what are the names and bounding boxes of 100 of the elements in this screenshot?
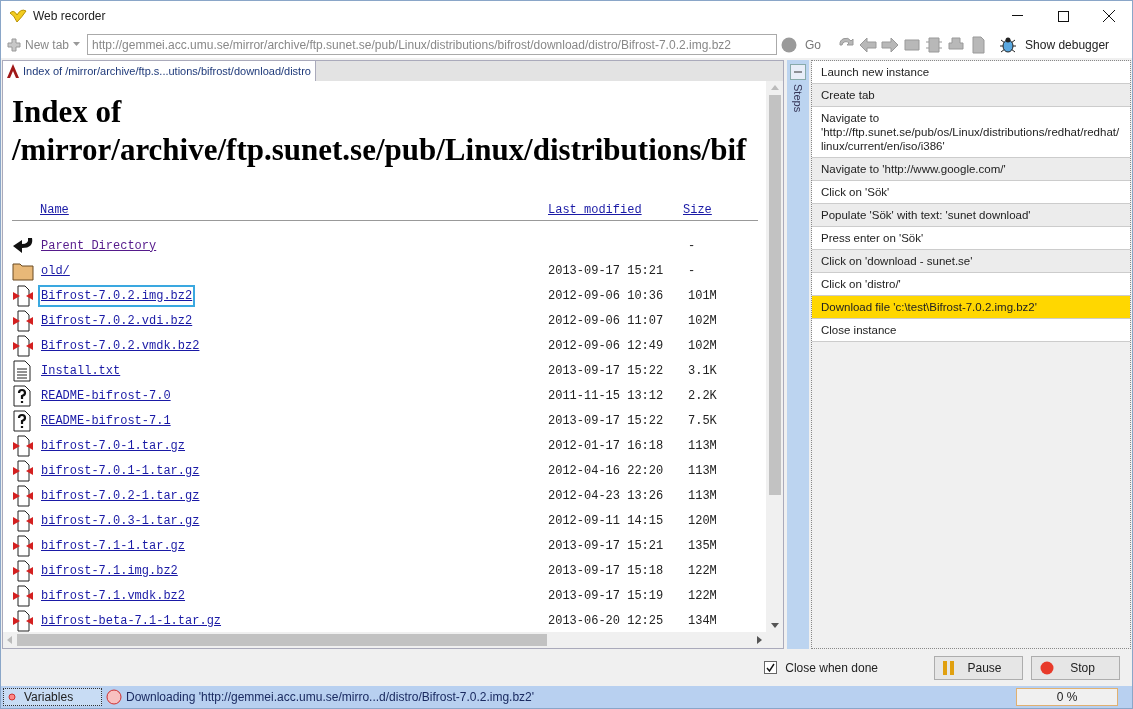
size-column-link[interactable]: Size [683,200,712,219]
step-item[interactable]: Populate 'Sök' with text: 'sunet download' [812,204,1130,227]
collapse-icon[interactable] [790,64,806,80]
circle-icon [781,36,798,53]
file-size: 102M [687,337,717,355]
binary-file-icon [12,609,34,632]
binary-file-icon [12,334,34,357]
step-item[interactable]: Download file 'c:\test\Bifrost-7.0.2.img.bz2' [812,296,1130,319]
file-link[interactable]: Bifrost-7.0.2.vdi.bz2 [40,311,194,330]
close-icon [1103,10,1115,22]
file-link[interactable]: Install.txt [40,361,122,380]
minimize-icon [1011,15,1023,17]
file-link[interactable]: README-bifrost-7.1 [40,411,172,430]
step-item[interactable]: Click on 'distro/' [812,273,1130,296]
modified-date: 2013-09-17 15:22 [548,363,664,378]
script-file-icon[interactable] [969,35,988,54]
step-item[interactable]: Navigate to 'http://www.google.com/' [812,158,1130,181]
file-link[interactable]: bifrost-7.0.3-1.tar.gz [40,511,201,530]
close-when-done-checkbox[interactable] [764,661,778,674]
step-item[interactable]: Navigate to 'http://ftp.sunet.se/pub/os/Linux/distributions/redhat/redhat/linux/current/en/iso/i386' [812,107,1130,158]
folder-icon [12,260,34,281]
binary-file-icon [12,509,34,532]
steps-label: Steps [791,84,806,113]
record-icon [8,693,16,701]
file-link[interactable]: bifrost-7.1-1.tar.gz [40,536,187,555]
file-link[interactable]: bifrost-7.1.img.bz2 [40,561,179,580]
status-message: Downloading 'http://gemmei.acc.umu.se/mirro...d/distro/Bifrost-7.0.2.img.bz2' [126,689,535,706]
text-file-icon [12,359,32,382]
show-debugger-button[interactable]: Show debugger [999,35,1110,54]
file-link[interactable]: README-bifrost-7.0 [40,386,172,405]
file-size: 113M [687,462,717,480]
modified-date: 2013-09-17 15:21 [548,538,664,553]
step-item[interactable]: Click on 'Sök' [812,181,1130,204]
file-size: 122M [687,562,717,580]
download-status-icon [106,689,122,705]
step-item[interactable]: Click on 'download - sunet.se' [812,250,1130,273]
step-item[interactable]: Press enter on 'Sök' [812,227,1130,250]
binary-file-icon [12,284,34,307]
modified-date: 2013-09-17 15:22 [548,413,664,428]
modified-date: 2013-09-17 15:19 [548,588,664,603]
check-icon [766,663,776,672]
variables-button[interactable]: Variables [3,688,102,706]
modified-date: 2012-09-06 11:07 [548,313,664,328]
step-item[interactable]: Create tab [812,84,1130,107]
modified-date: 2012-04-16 22:20 [548,463,664,478]
file-link[interactable]: Bifrost-7.0.2.img.bz2 [40,286,194,305]
maximize-icon [1057,10,1069,22]
file-link[interactable]: Parent Directory [40,236,158,255]
file-size: 7.5K [687,412,717,430]
browser-tab[interactable]: Index of /mirror/archive/ftp.s...utions/bifrost/download/distro [3,61,316,81]
binary-file-icon [12,584,34,607]
file-size: - [687,237,696,255]
file-size: 122M [687,587,717,605]
plus-icon [7,37,21,52]
file-size: 3.1K [687,362,717,380]
binary-file-icon [12,484,34,507]
window-title: Web recorder [33,8,106,25]
back-arrow-icon [12,235,34,256]
binary-file-icon [12,534,34,557]
name-column-link[interactable]: Name [40,200,69,219]
new-tab-button[interactable]: New tab [5,35,84,54]
file-size: - [687,262,696,280]
modified-column-link[interactable]: Last modified [548,200,642,219]
file-size: 134M [687,612,717,630]
file-size: 113M [687,437,717,455]
chip-icon[interactable] [925,35,944,54]
progress-readout: 0 % [1016,688,1118,706]
caret-icon [73,42,82,47]
back-icon[interactable] [859,35,878,54]
file-link[interactable]: bifrost-beta-7.1-1.tar.gz [40,611,223,630]
steps-side-panel[interactable]: Steps [787,60,809,649]
file-link[interactable]: Bifrost-7.0.2.vmdk.bz2 [40,336,201,355]
modified-date: 2013-09-17 15:21 [548,263,664,278]
bug-icon [999,35,1018,54]
step-item[interactable]: Launch new instance [812,61,1130,84]
file-link[interactable]: bifrost-7.0.1-1.tar.gz [40,461,201,480]
file-size: 120M [687,512,717,530]
file-link[interactable]: old/ [40,261,71,280]
file-link[interactable]: bifrost-7.1.vmdk.bz2 [40,586,187,605]
modified-date: 2011-11-15 13:12 [548,388,664,403]
file-link[interactable]: bifrost-7.0.2-1.tar.gz [40,486,201,505]
modified-date: 2013-09-17 15:18 [548,563,664,578]
go-button[interactable]: Go [801,35,826,54]
step-item[interactable]: Close instance [812,319,1130,342]
address-field[interactable]: http://gemmei.acc.umu.se/mirror/archive/ftp.sunet.se/pub/Linux/distributions/bifrost/download/distro/Bifrost-7.0.2.img.bz2 [87,34,778,55]
unknown-file-icon [12,409,32,432]
file-link[interactable]: bifrost-7.0-1.tar.gz [40,436,187,455]
close-when-done-label: Close when done [785,659,878,677]
pause-icon [943,660,955,675]
file-size: 113M [687,487,717,505]
modified-date: 2012-09-06 12:49 [548,338,664,353]
pause-button[interactable]: Pause [934,655,1023,680]
binary-file-icon [12,559,34,582]
stop-icon [1040,660,1054,675]
page-heading: Index of /mirror/archive/ftp.sunet.se/pub/Linux/distributions/bif [12,93,748,169]
logo-icon [9,9,27,23]
stop-button[interactable]: Stop [1031,655,1120,680]
modified-date: 2013-06-20 12:25 [548,613,664,628]
letter-a-logo-icon [7,64,19,78]
forward-icon[interactable] [881,35,900,54]
